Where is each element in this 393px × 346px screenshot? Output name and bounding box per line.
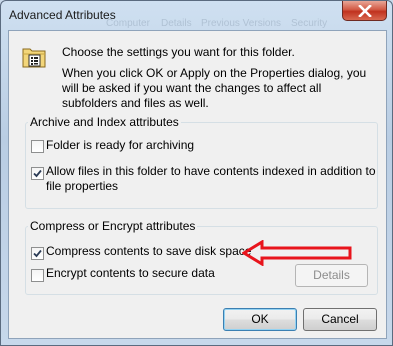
encrypt-checkbox[interactable] <box>31 269 44 282</box>
checkmark-icon <box>33 249 42 258</box>
compress-encrypt-group-label: Compress or Encrypt attributes <box>28 219 198 233</box>
annotation-arrow <box>242 240 352 266</box>
window-title: Advanced Attributes <box>9 8 116 22</box>
allow-indexing-label[interactable]: Allow files in this folder to have conte… <box>46 164 376 194</box>
cancel-button[interactable]: Cancel <box>303 308 377 331</box>
ok-button[interactable]: OK <box>223 308 297 331</box>
allow-indexing-checkbox[interactable] <box>31 167 44 180</box>
dialog-body: Choose the settings you want for this fo… <box>8 30 387 339</box>
close-icon <box>357 4 372 17</box>
title-bar[interactable]: Advanced Attributes Computer Details Pre… <box>1 1 392 29</box>
folder-ready-archiving-checkbox[interactable] <box>31 140 44 153</box>
details-button[interactable]: Details <box>295 264 368 287</box>
folder-settings-icon <box>22 48 46 68</box>
instruction-detail-text: When you click OK or Apply on the Proper… <box>62 66 367 110</box>
background-tab-text: Security <box>291 18 328 29</box>
archive-index-group-label: Archive and Index attributes <box>28 115 181 129</box>
background-tab-text: Details <box>161 18 192 29</box>
close-button[interactable] <box>342 1 387 21</box>
advanced-attributes-dialog: Advanced Attributes Computer Details Pre… <box>0 0 393 346</box>
background-tab-text: Computer <box>106 18 150 29</box>
encrypt-label[interactable]: Encrypt contents to secure data <box>46 266 215 281</box>
instruction-text: Choose the settings you want for this fo… <box>62 45 295 59</box>
folder-ready-archiving-label[interactable]: Folder is ready for archiving <box>46 138 194 153</box>
checkmark-icon <box>33 169 42 178</box>
compress-label[interactable]: Compress contents to save disk space <box>46 244 251 259</box>
compress-checkbox[interactable] <box>31 247 44 260</box>
background-tab-text: Previous Versions <box>201 18 282 29</box>
